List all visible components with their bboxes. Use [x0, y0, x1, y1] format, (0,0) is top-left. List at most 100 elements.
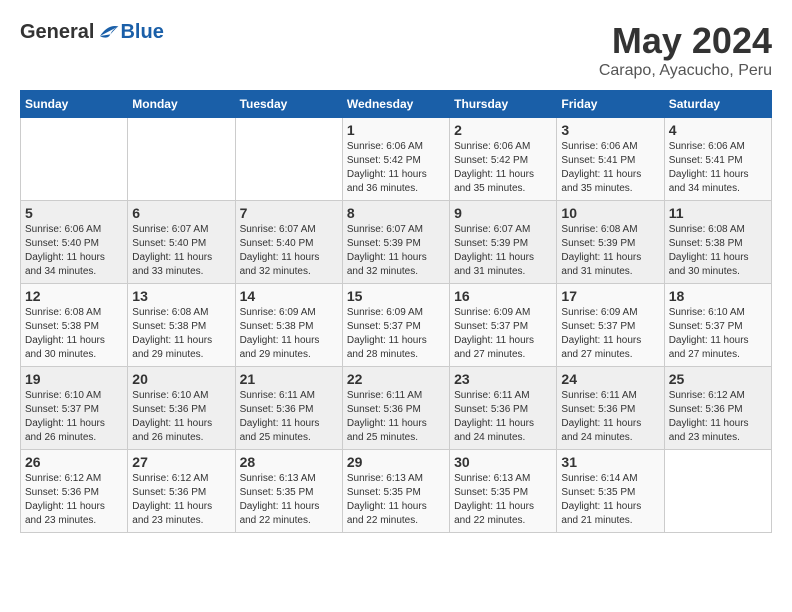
weekday-saturday: Saturday [664, 91, 771, 118]
calendar-cell: 20 Sunrise: 6:10 AM Sunset: 5:36 PM Dayli… [128, 367, 235, 450]
weekday-sunday: Sunday [21, 91, 128, 118]
calendar-cell: 1 Sunrise: 6:06 AM Sunset: 5:42 PM Daylig… [342, 118, 449, 201]
day-number: 28 [240, 454, 338, 470]
calendar-cell: 19 Sunrise: 6:10 AM Sunset: 5:37 PM Dayli… [21, 367, 128, 450]
day-info: Sunrise: 6:08 AM Sunset: 5:38 PM Dayligh… [132, 306, 230, 362]
day-number: 31 [561, 454, 659, 470]
calendar-cell: 25 Sunrise: 6:12 AM Sunset: 5:36 PM Dayli… [664, 367, 771, 450]
day-number: 23 [454, 371, 552, 387]
calendar-cell: 13 Sunrise: 6:08 AM Sunset: 5:38 PM Dayli… [128, 284, 235, 367]
calendar-cell: 11 Sunrise: 6:08 AM Sunset: 5:38 PM Dayli… [664, 201, 771, 284]
calendar-cell: 31 Sunrise: 6:14 AM Sunset: 5:35 PM Dayli… [557, 450, 664, 533]
calendar-cell: 29Sunrise: 6:13 AM Sunset: 5:35 PM Dayli… [342, 450, 449, 533]
day-number: 4 [669, 122, 767, 138]
day-info: Sunrise: 6:06 AM Sunset: 5:42 PM Dayligh… [454, 140, 552, 196]
day-number: 25 [669, 371, 767, 387]
calendar-week-5: 26 Sunrise: 6:12 AM Sunset: 5:36 PM Dayli… [21, 450, 772, 533]
calendar-cell: 2Sunrise: 6:06 AM Sunset: 5:42 PM Daylig… [450, 118, 557, 201]
calendar-table: SundayMondayTuesdayWednesdayThursdayFrid… [20, 90, 772, 533]
calendar-header: SundayMondayTuesdayWednesdayThursdayFrid… [21, 91, 772, 118]
day-info: Sunrise: 6:07 AM Sunset: 5:39 PM Dayligh… [454, 223, 552, 279]
day-number: 5 [25, 205, 123, 221]
day-number: 26 [25, 454, 123, 470]
calendar-cell: 23 Sunrise: 6:11 AM Sunset: 5:36 PM Dayli… [450, 367, 557, 450]
calendar-week-1: 1 Sunrise: 6:06 AM Sunset: 5:42 PM Daylig… [21, 118, 772, 201]
day-number: 10 [561, 205, 659, 221]
calendar-cell: 4 Sunrise: 6:06 AM Sunset: 5:41 PM Daylig… [664, 118, 771, 201]
day-number: 27 [132, 454, 230, 470]
calendar-cell: 7 Sunrise: 6:07 AM Sunset: 5:40 PM Daylig… [235, 201, 342, 284]
day-number: 21 [240, 371, 338, 387]
day-info: Sunrise: 6:13 AM Sunset: 5:35 PM Dayligh… [240, 472, 338, 528]
weekday-thursday: Thursday [450, 91, 557, 118]
calendar-cell: 9Sunrise: 6:07 AM Sunset: 5:39 PM Daylig… [450, 201, 557, 284]
day-number: 18 [669, 288, 767, 304]
calendar-body: 1 Sunrise: 6:06 AM Sunset: 5:42 PM Daylig… [21, 118, 772, 533]
day-info: Sunrise: 6:06 AM Sunset: 5:40 PM Dayligh… [25, 223, 123, 279]
day-info: Sunrise: 6:09 AM Sunset: 5:37 PM Dayligh… [561, 306, 659, 362]
day-info: Sunrise: 6:12 AM Sunset: 5:36 PM Dayligh… [669, 389, 767, 445]
calendar-week-4: 19 Sunrise: 6:10 AM Sunset: 5:37 PM Dayli… [21, 367, 772, 450]
day-info: Sunrise: 6:08 AM Sunset: 5:38 PM Dayligh… [25, 306, 123, 362]
calendar-cell: 12 Sunrise: 6:08 AM Sunset: 5:38 PM Dayli… [21, 284, 128, 367]
day-info: Sunrise: 6:13 AM Sunset: 5:35 PM Dayligh… [454, 472, 552, 528]
day-number: 20 [132, 371, 230, 387]
day-info: Sunrise: 6:11 AM Sunset: 5:36 PM Dayligh… [561, 389, 659, 445]
day-number: 7 [240, 205, 338, 221]
day-info: Sunrise: 6:06 AM Sunset: 5:41 PM Dayligh… [561, 140, 659, 196]
day-number: 8 [347, 205, 445, 221]
day-info: Sunrise: 6:11 AM Sunset: 5:36 PM Dayligh… [240, 389, 338, 445]
day-number: 12 [25, 288, 123, 304]
day-info: Sunrise: 6:10 AM Sunset: 5:36 PM Dayligh… [132, 389, 230, 445]
calendar-cell: 3 Sunrise: 6:06 AM Sunset: 5:41 PM Daylig… [557, 118, 664, 201]
day-info: Sunrise: 6:10 AM Sunset: 5:37 PM Dayligh… [25, 389, 123, 445]
calendar-cell [235, 118, 342, 201]
day-info: Sunrise: 6:11 AM Sunset: 5:36 PM Dayligh… [454, 389, 552, 445]
day-number: 6 [132, 205, 230, 221]
logo-bird-icon [96, 20, 120, 44]
logo: General Blue [20, 20, 164, 44]
day-info: Sunrise: 6:07 AM Sunset: 5:39 PM Dayligh… [347, 223, 445, 279]
logo-general-text: General [20, 21, 94, 44]
day-info: Sunrise: 6:06 AM Sunset: 5:41 PM Dayligh… [669, 140, 767, 196]
day-info: Sunrise: 6:12 AM Sunset: 5:36 PM Dayligh… [132, 472, 230, 528]
page-header: General Blue May 2024 Carapo, Ayacucho, … [20, 20, 772, 80]
day-info: Sunrise: 6:09 AM Sunset: 5:37 PM Dayligh… [347, 306, 445, 362]
month-title: May 2024 [599, 20, 772, 62]
day-info: Sunrise: 6:06 AM Sunset: 5:42 PM Dayligh… [347, 140, 445, 196]
calendar-cell: 21 Sunrise: 6:11 AM Sunset: 5:36 PM Dayli… [235, 367, 342, 450]
day-number: 19 [25, 371, 123, 387]
day-info: Sunrise: 6:11 AM Sunset: 5:36 PM Dayligh… [347, 389, 445, 445]
day-info: Sunrise: 6:08 AM Sunset: 5:39 PM Dayligh… [561, 223, 659, 279]
calendar-week-3: 12 Sunrise: 6:08 AM Sunset: 5:38 PM Dayli… [21, 284, 772, 367]
location-subtitle: Carapo, Ayacucho, Peru [599, 62, 772, 80]
calendar-cell: 27 Sunrise: 6:12 AM Sunset: 5:36 PM Dayli… [128, 450, 235, 533]
day-info: Sunrise: 6:10 AM Sunset: 5:37 PM Dayligh… [669, 306, 767, 362]
weekday-friday: Friday [557, 91, 664, 118]
calendar-cell: 10 Sunrise: 6:08 AM Sunset: 5:39 PM Dayli… [557, 201, 664, 284]
calendar-cell [128, 118, 235, 201]
day-number: 13 [132, 288, 230, 304]
day-info: Sunrise: 6:08 AM Sunset: 5:38 PM Dayligh… [669, 223, 767, 279]
day-info: Sunrise: 6:07 AM Sunset: 5:40 PM Dayligh… [240, 223, 338, 279]
weekday-monday: Monday [128, 91, 235, 118]
day-number: 22 [347, 371, 445, 387]
calendar-cell: 22 Sunrise: 6:11 AM Sunset: 5:36 PM Dayli… [342, 367, 449, 450]
day-info: Sunrise: 6:14 AM Sunset: 5:35 PM Dayligh… [561, 472, 659, 528]
day-number: 29 [347, 454, 445, 470]
calendar-cell [664, 450, 771, 533]
title-section: May 2024 Carapo, Ayacucho, Peru [599, 20, 772, 80]
weekday-wednesday: Wednesday [342, 91, 449, 118]
weekday-tuesday: Tuesday [235, 91, 342, 118]
calendar-cell: 28 Sunrise: 6:13 AM Sunset: 5:35 PM Dayli… [235, 450, 342, 533]
calendar-cell: 30Sunrise: 6:13 AM Sunset: 5:35 PM Dayli… [450, 450, 557, 533]
calendar-cell: 17 Sunrise: 6:09 AM Sunset: 5:37 PM Dayli… [557, 284, 664, 367]
day-number: 3 [561, 122, 659, 138]
day-number: 17 [561, 288, 659, 304]
day-number: 11 [669, 205, 767, 221]
logo-blue-text: Blue [120, 21, 163, 44]
calendar-cell: 14Sunrise: 6:09 AM Sunset: 5:38 PM Dayli… [235, 284, 342, 367]
calendar-cell: 5 Sunrise: 6:06 AM Sunset: 5:40 PM Daylig… [21, 201, 128, 284]
calendar-cell: 8 Sunrise: 6:07 AM Sunset: 5:39 PM Daylig… [342, 201, 449, 284]
day-number: 1 [347, 122, 445, 138]
